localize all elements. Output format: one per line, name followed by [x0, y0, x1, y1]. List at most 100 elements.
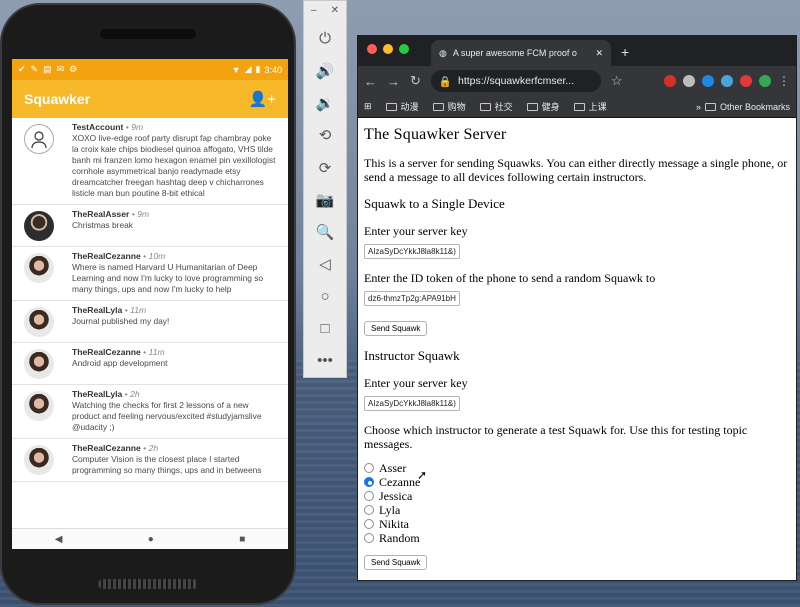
extension-icon[interactable] — [683, 75, 695, 87]
reload-icon[interactable]: ↻ — [410, 73, 421, 89]
bookmark-label: 购物 — [447, 102, 466, 112]
phone-screen: ✔ ✎ ▤ ✉ ⚙ ▼ ◢ ▮ 3:40 Squawker 👤+ TestAcc… — [12, 59, 288, 549]
instructor-radio-lyla[interactable]: Lyla — [364, 503, 790, 517]
bookmark-label: 上课 — [588, 102, 607, 112]
send-squawk-button[interactable]: Send Squawk — [364, 321, 428, 336]
radio-button[interactable] — [364, 463, 374, 473]
volume-down-button[interactable]: 🔉 — [304, 87, 346, 119]
apps-icon[interactable]: ⊞ — [364, 101, 372, 112]
bookmark-folder[interactable]: 动漫 — [385, 100, 419, 113]
instructor-radio-cezanne[interactable]: Cezanne — [364, 475, 790, 489]
bookmark-star-icon[interactable]: ☆ — [611, 73, 623, 89]
send-instructor-squawk-button[interactable]: Send Squawk — [364, 555, 428, 570]
intro-text: This is a server for sending Squawks. Yo… — [364, 156, 788, 184]
server-key-label: Enter your server key — [364, 224, 468, 238]
rotate-left-button[interactable]: ⟲ — [304, 119, 346, 151]
extension-icon[interactable] — [740, 75, 752, 87]
minimize-window-button[interactable] — [383, 44, 393, 54]
back-button[interactable]: ◁ — [304, 248, 346, 280]
squawk-item[interactable]: TheRealLyla • 11m Journal published my da… — [12, 301, 288, 343]
squawk-item[interactable]: TestAccount • 9m XOXO live-edge roof part… — [12, 118, 288, 205]
rotate-right-icon: ⟳ — [318, 159, 332, 177]
profile-avatar[interactable] — [759, 75, 771, 87]
avatar — [24, 349, 54, 379]
squawk-header: TheRealCezanne • 10m — [72, 251, 166, 261]
squawk-header: TheRealLyla • 2h — [72, 389, 140, 399]
power-button[interactable]: ⏻ — [304, 23, 346, 55]
volume-up-button[interactable]: 🔊 — [304, 55, 346, 87]
folder-icon — [432, 102, 444, 111]
close-icon[interactable]: ✕ — [331, 5, 339, 23]
extension-icon[interactable] — [702, 75, 714, 87]
squawk-item[interactable]: TheRealLyla • 2h Watching the checks for … — [12, 385, 288, 439]
other-bookmarks[interactable]: » Other Bookmarks — [696, 102, 790, 112]
squawk-body: TheRealLyla • 11m Journal published my da… — [72, 305, 169, 337]
overflow-chevron-icon[interactable]: » — [696, 102, 701, 112]
squawk-item[interactable]: TheRealCezanne • 2h Computer Vision is th… — [12, 439, 288, 482]
zoom-window-button[interactable] — [399, 44, 409, 54]
bookmark-folder[interactable]: 上课 — [573, 100, 607, 113]
instructor-radio-nikita[interactable]: Nikita — [364, 517, 790, 531]
overview-button[interactable]: □ — [304, 313, 346, 345]
app-bar: Squawker 👤+ — [12, 80, 288, 118]
rotate-right-button[interactable]: ⟳ — [304, 151, 346, 183]
forward-arrow-icon[interactable]: → — [387, 74, 400, 89]
folder-icon — [573, 102, 585, 111]
screenshot-button[interactable]: 📷 — [304, 184, 346, 216]
server-key-input-2[interactable] — [364, 396, 460, 411]
squawk-author: TheRealCezanne — [72, 443, 141, 453]
instructor-radio-asser[interactable]: Asser — [364, 461, 790, 475]
follow-instructors-icon[interactable]: 👤+ — [249, 90, 276, 108]
tab-close-icon[interactable]: ✕ — [595, 48, 603, 59]
nav-recents-icon[interactable]: ■ — [239, 534, 245, 545]
menu-kebab-icon[interactable]: ⋮ — [778, 74, 790, 88]
back-arrow-icon[interactable]: ← — [364, 74, 377, 89]
squawk-body: TestAccount • 9m XOXO live-edge roof part… — [72, 122, 278, 199]
back-icon: ◁ — [319, 256, 331, 274]
browser-tab[interactable]: ◍ A super awesome FCM proof o ✕ — [431, 40, 611, 66]
radio-button[interactable] — [364, 533, 374, 543]
token-input[interactable] — [364, 291, 460, 306]
status-time: 3:40 — [264, 64, 282, 75]
squawk-message: Watching the checks for first 2 lessons … — [72, 400, 262, 432]
bookmark-folder[interactable]: 社交 — [479, 100, 513, 113]
mouse-cursor: ➚ — [417, 468, 428, 482]
window-controls — [358, 44, 417, 66]
radio-button[interactable] — [364, 477, 374, 487]
zoom-button[interactable]: 🔍 — [304, 216, 346, 248]
overview-icon: □ — [320, 320, 330, 338]
more-button[interactable]: ••• — [304, 345, 346, 377]
squawk-body: TheRealAsser • 9m Christmas break — [72, 209, 149, 241]
nav-home-icon[interactable]: ● — [148, 534, 154, 545]
extension-icon[interactable] — [721, 75, 733, 87]
instructor-radio-jessica[interactable]: Jessica — [364, 489, 790, 503]
squawk-time: 10m — [148, 251, 166, 261]
address-bar[interactable]: 🔒 https://squawkerfcmser... — [430, 70, 601, 92]
volume-up-icon: 🔊 — [315, 62, 335, 80]
squawk-item[interactable]: TheRealCezanne • 10m Where is named Harva… — [12, 247, 288, 301]
minimize-icon[interactable]: – — [311, 5, 317, 23]
radio-button[interactable] — [364, 505, 374, 515]
squawk-author: TheRealLyla — [72, 389, 123, 399]
extension-icon[interactable] — [664, 75, 676, 87]
radio-button[interactable] — [364, 519, 374, 529]
new-tab-button[interactable]: + — [611, 44, 629, 66]
choose-instructor-text: Choose which instructor to generate a te… — [364, 423, 748, 451]
squawk-feed[interactable]: TestAccount • 9m XOXO live-edge roof part… — [12, 118, 288, 510]
server-key-input[interactable] — [364, 244, 460, 259]
bookmark-folder[interactable]: 购物 — [432, 100, 466, 113]
folder-icon — [704, 102, 716, 111]
android-phone-frame: ✔ ✎ ▤ ✉ ⚙ ▼ ◢ ▮ 3:40 Squawker 👤+ TestAcc… — [0, 3, 296, 605]
squawk-item[interactable]: TheRealCezanne • 11m Android app developm… — [12, 343, 288, 385]
bookmark-folder[interactable]: 健身 — [526, 100, 560, 113]
squawk-author: TheRealLyla — [72, 305, 123, 315]
squawk-message: XOXO live-edge roof party disrupt fap ch… — [72, 133, 276, 198]
earpiece-speaker — [100, 29, 196, 39]
radio-button[interactable] — [364, 491, 374, 501]
home-button[interactable]: ○ — [304, 280, 346, 312]
squawk-item[interactable]: TheRealAsser • 9m Christmas break — [12, 205, 288, 247]
nav-back-icon[interactable]: ◀ — [55, 534, 63, 545]
instructor-radio-random[interactable]: Random — [364, 531, 790, 545]
close-window-button[interactable] — [367, 44, 377, 54]
web-page: The Squawker Server This is a server for… — [358, 118, 796, 570]
